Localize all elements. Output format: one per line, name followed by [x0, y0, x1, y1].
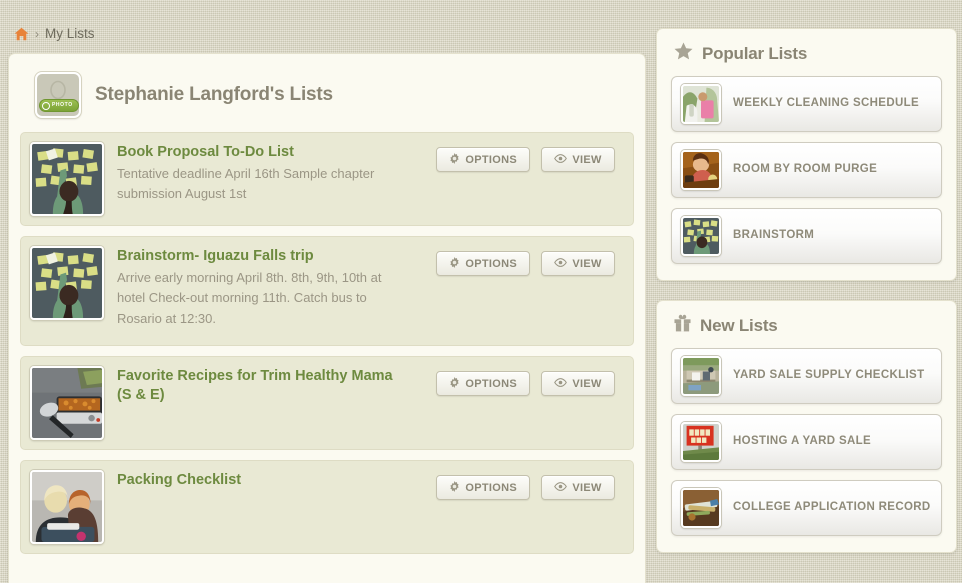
sidebar-list-thumbnail	[681, 150, 721, 190]
sidebar-list-item[interactable]: HOSTING A YARD SALE	[671, 414, 942, 470]
page-title: Stephanie Langford's Lists	[95, 84, 333, 105]
list-item-actions: OPTIONS VIEW	[436, 147, 615, 172]
gear-icon	[449, 376, 460, 391]
list-thumbnail[interactable]	[30, 470, 104, 544]
list-item-text: Brainstorm- Iguazu Falls trip Arrive ear…	[117, 246, 395, 329]
star-icon	[674, 42, 693, 65]
sidebar-list-item[interactable]: ROOM BY ROOM PURGE	[671, 142, 942, 198]
options-button[interactable]: OPTIONS	[436, 371, 530, 396]
list-thumbnail[interactable]	[30, 142, 104, 216]
avatar-photo-badge[interactable]: PHOTO	[39, 99, 79, 112]
view-button-label: VIEW	[572, 153, 602, 166]
gift-icon	[674, 314, 691, 337]
list-item[interactable]: Brainstorm- Iguazu Falls trip Arrive ear…	[20, 236, 634, 346]
sidebar-list-label: YARD SALE SUPPLY CHECKLIST	[733, 369, 925, 382]
sidebar-list-label: COLLEGE APPLICATION RECORD	[733, 501, 931, 514]
sidebar-list-item[interactable]: WEEKLY CLEANING SCHEDULE	[671, 76, 942, 132]
sidebar-list-label: WEEKLY CLEANING SCHEDULE	[733, 97, 920, 110]
list-item[interactable]: Book Proposal To-Do List Tentative deadl…	[20, 132, 634, 226]
list-item-text: Book Proposal To-Do List Tentative deadl…	[117, 142, 395, 205]
sidebar-list-thumbnail	[681, 216, 721, 256]
options-button-label: OPTIONS	[465, 377, 517, 390]
list-item-title[interactable]: Favorite Recipes for Trim Healthy Mama (…	[117, 367, 395, 405]
eye-icon	[554, 377, 568, 390]
view-button[interactable]: VIEW	[541, 147, 615, 172]
list-item-title[interactable]: Book Proposal To-Do List	[117, 143, 395, 162]
list-item-description: Arrive early morning April 8th. 8th, 9th…	[117, 270, 382, 326]
list-item-actions: OPTIONS VIEW	[436, 251, 615, 276]
popular-lists-header: Popular Lists	[671, 42, 942, 65]
list-item-description: Tentative deadline April 16th Sample cha…	[117, 166, 375, 202]
camera-icon	[42, 101, 50, 110]
eye-icon	[554, 257, 568, 270]
list-item[interactable]: Favorite Recipes for Trim Healthy Mama (…	[20, 356, 634, 450]
view-button-label: VIEW	[572, 377, 602, 390]
sidebar-list-thumbnail	[681, 356, 721, 396]
list-thumbnail[interactable]	[30, 366, 104, 440]
gear-icon	[449, 256, 460, 271]
view-button-label: VIEW	[572, 481, 602, 494]
options-button-label: OPTIONS	[465, 257, 517, 270]
eye-icon	[554, 153, 568, 166]
view-button[interactable]: VIEW	[541, 475, 615, 500]
eye-icon	[554, 481, 568, 494]
breadcrumb: › My Lists	[14, 27, 95, 41]
list-item-title[interactable]: Brainstorm- Iguazu Falls trip	[117, 247, 395, 266]
view-button[interactable]: VIEW	[541, 371, 615, 396]
view-button-label: VIEW	[572, 257, 602, 270]
gear-icon	[449, 480, 460, 495]
my-lists-card: PHOTO Stephanie Langford's Lists Book Pr…	[8, 53, 646, 583]
breadcrumb-current[interactable]: My Lists	[45, 27, 95, 41]
list-thumbnail[interactable]	[30, 246, 104, 320]
avatar[interactable]: PHOTO	[35, 72, 81, 118]
list-item[interactable]: Packing Checklist OPTIONS VIEW	[20, 460, 634, 554]
options-button[interactable]: OPTIONS	[436, 251, 530, 276]
view-button[interactable]: VIEW	[541, 251, 615, 276]
popular-lists-title: Popular Lists	[702, 43, 808, 63]
list-item-actions: OPTIONS VIEW	[436, 475, 615, 500]
sidebar-list-label: HOSTING A YARD SALE	[733, 435, 872, 448]
sidebar-list-thumbnail	[681, 84, 721, 124]
gear-icon	[449, 152, 460, 167]
sidebar-list-thumbnail	[681, 488, 721, 528]
sidebar: Popular Lists WEEKLY CLEANING SCHEDULE R…	[656, 28, 957, 572]
list-item-text: Packing Checklist	[117, 470, 395, 492]
breadcrumb-separator: ›	[35, 27, 39, 41]
list-item-text: Favorite Recipes for Trim Healthy Mama (…	[117, 366, 395, 407]
options-button-label: OPTIONS	[465, 153, 517, 166]
sidebar-list-item[interactable]: BRAINSTORM	[671, 208, 942, 264]
sidebar-list-label: ROOM BY ROOM PURGE	[733, 163, 878, 176]
list-item-actions: OPTIONS VIEW	[436, 371, 615, 396]
sidebar-list-item[interactable]: COLLEGE APPLICATION RECORD	[671, 480, 942, 536]
profile-header: PHOTO Stephanie Langford's Lists	[20, 68, 634, 132]
options-button-label: OPTIONS	[465, 481, 517, 494]
list-item-title[interactable]: Packing Checklist	[117, 471, 395, 490]
new-lists-header: New Lists	[671, 314, 942, 337]
options-button[interactable]: OPTIONS	[436, 147, 530, 172]
options-button[interactable]: OPTIONS	[436, 475, 530, 500]
new-lists-title: New Lists	[700, 315, 778, 335]
sidebar-list-label: BRAINSTORM	[733, 229, 815, 242]
popular-lists-panel: Popular Lists WEEKLY CLEANING SCHEDULE R…	[656, 28, 957, 281]
home-icon[interactable]	[14, 27, 29, 41]
new-lists-panel: New Lists YARD SALE SUPPLY CHECKLIST HOS…	[656, 300, 957, 553]
sidebar-list-thumbnail	[681, 422, 721, 462]
avatar-photo-badge-label: PHOTO	[52, 102, 73, 108]
sidebar-list-item[interactable]: YARD SALE SUPPLY CHECKLIST	[671, 348, 942, 404]
